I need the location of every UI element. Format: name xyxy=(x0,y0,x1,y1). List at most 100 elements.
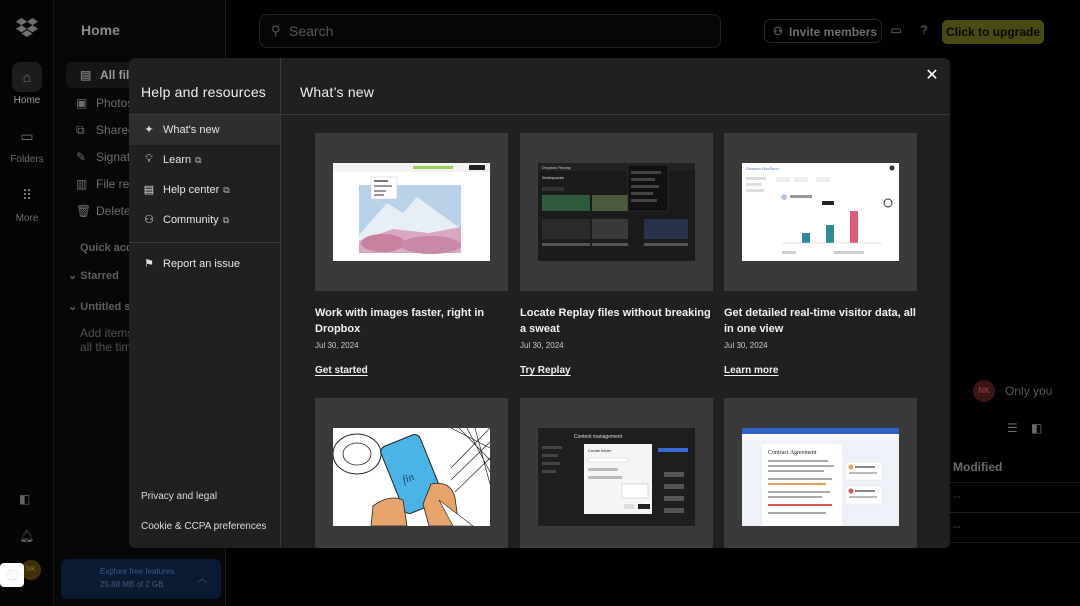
chevron-up-icon: ︿ xyxy=(197,574,207,585)
explore-title: Explore free features xyxy=(100,567,175,576)
avatar[interactable]: NK xyxy=(21,560,41,580)
row-divider xyxy=(948,512,1080,513)
photo-icon: ▣ xyxy=(76,96,88,110)
cm-title-text: Content management xyxy=(574,434,623,440)
sparkle-icon: ✦ xyxy=(144,124,154,136)
sidebar-item-photos[interactable]: ▣ Photos xyxy=(76,96,133,110)
nav-item-report-issue[interactable]: ⚑ Report an issue xyxy=(129,249,280,279)
invite-members-button[interactable]: ⚇ Invite members xyxy=(764,19,882,43)
nav-item-whats-new[interactable]: ✦ What's new xyxy=(129,115,280,145)
modified-value: -- xyxy=(953,491,961,503)
split-view-icon[interactable]: ◧ xyxy=(1031,421,1042,435)
card-date: Jul 30, 2024 xyxy=(724,341,768,350)
contract-title-text: Contract Agreement xyxy=(768,450,817,456)
rail-item-home[interactable]: ⌂ Home xyxy=(0,62,54,106)
sidebar-item-label: Photos xyxy=(96,96,134,110)
community-icon: ⚇ xyxy=(144,214,154,226)
rail-label-folders: Folders xyxy=(10,154,44,165)
divider xyxy=(129,242,281,243)
external-link-icon: ⧉ xyxy=(222,215,230,225)
bell-icon[interactable]: 🔔︎ xyxy=(19,529,34,543)
help-resources-modal: Help and resources ✦ What's new 💡︎ Learn… xyxy=(129,58,950,548)
nav-label: Help center xyxy=(163,184,220,196)
rail-item-more[interactable]: ⠿ More xyxy=(0,180,54,224)
card-title: Get detailed real-time visitor data, all… xyxy=(724,307,916,335)
replay-brand-text: Dropbox Replay xyxy=(542,165,571,170)
panel-toggle-icon[interactable]: ◧ xyxy=(19,492,30,506)
list-view-icon[interactable]: ☰ xyxy=(1007,421,1018,435)
explore-features-banner[interactable]: Explore free features 25.88 MB of 2 GB ︿ xyxy=(61,559,221,599)
nav-label: What's new xyxy=(163,124,220,136)
folder-icon: ▭ xyxy=(20,128,34,144)
help-icon[interactable]: ? xyxy=(916,22,932,38)
files-icon: ▤ xyxy=(80,68,92,82)
content-management-preview: Content management Create folder xyxy=(538,428,695,526)
sidebar-item-shared[interactable]: ⧉ Shared xyxy=(76,123,135,138)
card-thumbnail: Dropbox Replay Workspaces xyxy=(520,133,713,291)
starred-section[interactable]: ⌄ Starred xyxy=(68,269,119,282)
sidebar-title: Home xyxy=(81,22,120,38)
rail-label-home: Home xyxy=(13,95,41,106)
phone-illustration: fin xyxy=(333,428,490,526)
whats-new-panel: What’s new ✕ Work with images faster, ri… xyxy=(281,58,950,548)
upgrade-button[interactable]: Click to upgrade xyxy=(942,20,1044,44)
help-panel-title: Help and resources xyxy=(141,84,266,100)
docsend-brand-text: Dropbox DocSend xyxy=(746,166,779,171)
replay-section-text: Workspaces xyxy=(542,175,564,180)
lightbulb-icon: 💡︎ xyxy=(145,153,153,165)
flag-icon: ⚑ xyxy=(144,258,154,270)
row-divider xyxy=(948,542,1080,543)
docsend-analytics-preview: Dropbox DocSend xyxy=(742,163,899,261)
external-link-icon: ⧉ xyxy=(195,155,202,165)
search-input[interactable]: ⚲ Search xyxy=(259,14,721,48)
cookie-icon[interactable]: 🍪︎ xyxy=(0,563,24,587)
contract-preview: Contract Agreement xyxy=(742,428,899,526)
divider xyxy=(281,114,950,115)
dropbox-logo-icon[interactable] xyxy=(16,17,38,37)
empty-note-1: Add items xyxy=(80,326,134,340)
card-thumbnail xyxy=(315,133,508,291)
replay-preview: Dropbox Replay Workspaces xyxy=(538,163,695,261)
modified-value: -- xyxy=(953,521,961,533)
grid-icon: ⠿ xyxy=(21,187,33,203)
card-date: Jul 30, 2024 xyxy=(520,341,564,350)
privacy-legal-link[interactable]: Privacy and legal xyxy=(141,491,217,502)
nav-label: Community xyxy=(163,214,219,226)
card-title: Locate Replay files without breaking a s… xyxy=(520,307,711,335)
get-started-link[interactable]: Get started xyxy=(315,365,368,376)
nav-item-learn[interactable]: 💡︎ Learn ⧉ xyxy=(129,145,280,175)
storage-usage: 25.88 MB of 2 GB xyxy=(100,580,164,589)
member-label: Only you xyxy=(1005,384,1053,398)
rail-item-folders[interactable]: ▭ Folders xyxy=(0,121,54,165)
card-thumbnail: Dropbox DocSend xyxy=(724,133,917,291)
card-title: Work with images faster, right in Dropbo… xyxy=(315,307,485,335)
learn-more-link[interactable]: Learn more xyxy=(724,365,778,376)
whats-new-title: What’s new xyxy=(300,84,375,100)
image-editor-preview xyxy=(333,163,490,261)
signature-icon: ✎ xyxy=(76,150,87,164)
cookie-preferences-link[interactable]: Cookie & CCPA preferences xyxy=(141,521,266,532)
starred-label: Starred xyxy=(80,270,119,282)
app-rail: ⌂ Home ▭ Folders ⠿ More ◧ 🔔︎ NK xyxy=(0,0,54,606)
help-nav-panel: Help and resources ✦ What's new 💡︎ Learn… xyxy=(129,58,281,548)
invite-label: Invite members xyxy=(789,25,878,39)
home-icon: ⌂ xyxy=(12,62,42,92)
shared-icon: ⧉ xyxy=(76,123,85,137)
nav-label: Learn xyxy=(163,154,192,166)
search-icon: ⚲ xyxy=(271,23,281,38)
nav-item-help-center[interactable]: ▤ Help center ⧉ xyxy=(129,175,280,205)
rail-label-more: More xyxy=(15,213,39,224)
nav-item-community[interactable]: ⚇ Community ⧉ xyxy=(129,205,280,235)
card-thumbnail: fin xyxy=(315,398,508,548)
modified-column-header[interactable]: Modified xyxy=(953,460,1002,474)
book-icon: ▤ xyxy=(143,184,155,196)
external-link-icon: ⧉ xyxy=(223,185,230,195)
card-thumbnail: Content management Create folder xyxy=(520,398,713,548)
present-icon[interactable]: ▭ xyxy=(888,22,904,38)
file-request-icon: ▥ xyxy=(76,177,88,191)
trash-icon: 🗑︎ xyxy=(76,204,92,218)
card-thumbnail: Contract Agreement xyxy=(724,398,917,548)
try-replay-link[interactable]: Try Replay xyxy=(520,365,571,376)
close-icon[interactable]: ✕ xyxy=(924,68,940,84)
row-divider xyxy=(948,482,1080,483)
